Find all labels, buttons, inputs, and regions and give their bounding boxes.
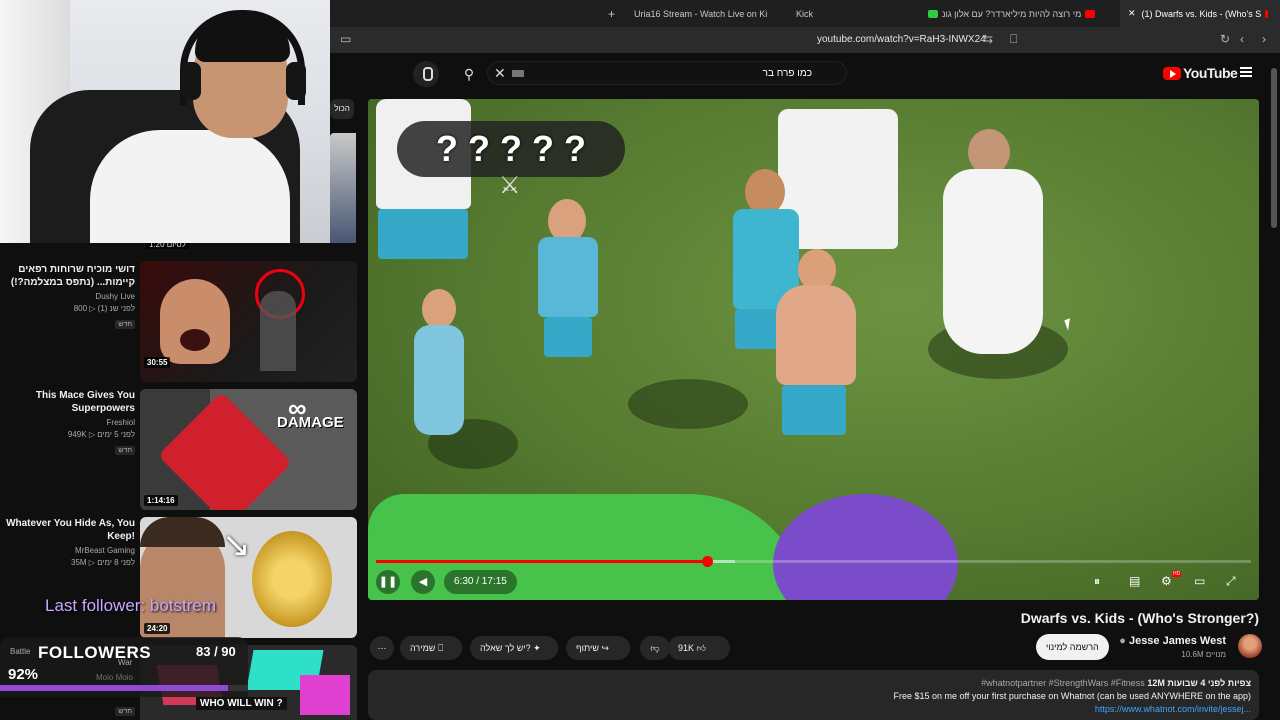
tab-kick[interactable]: Kick [788, 0, 898, 27]
voice-search-button[interactable] [413, 61, 439, 87]
bookmark-icon[interactable]: ⎕ [1010, 32, 1017, 47]
last-follower-label: Last follower: botstrem [45, 596, 217, 615]
thumbs-down-icon: 👎︎ [650, 643, 660, 653]
volume-button[interactable]: ◀ [411, 570, 435, 594]
followers-progress-fill [0, 685, 229, 691]
page-scrollbar[interactable] [1270, 60, 1278, 720]
time-display: 6:30 / 17:15 [444, 570, 517, 594]
channel-name[interactable]: Freshiol [0, 418, 135, 427]
verified-icon: ● [1119, 635, 1126, 647]
video-stats: 800 ▷ לפני שנ (1) [73, 304, 135, 313]
like-button[interactable]: 91K 👍︎ [668, 636, 730, 660]
forward-icon[interactable]: › [1262, 32, 1266, 46]
channel-row: ● Jesse James West 10.6M מנויים הרשמה למ… [1030, 632, 1262, 662]
list-item[interactable]: ↘ 24:20 Whatever You Hide As, You Keep! … [0, 517, 360, 639]
chip-all[interactable]: הכול [330, 99, 354, 119]
webcam-overlay [0, 0, 330, 243]
video-title[interactable]: This Mace Gives You Superpowers [0, 389, 135, 415]
question-marks-banner: ? ? ? ? ? [397, 121, 625, 177]
subtitles-icon[interactable]: ▤ [1129, 574, 1140, 588]
ask-button[interactable]: יש לך שאלה? ✦ [470, 636, 558, 660]
followers-goal-widget: Battle War Moio Moio FOLLOWERS 83 / 90 9… [0, 637, 248, 720]
new-badge: חדש [115, 446, 135, 455]
bookmark-icon: ⎕ [437, 643, 444, 653]
new-tab-button[interactable]: + [600, 0, 620, 27]
dislike-button[interactable]: 👎︎ [640, 636, 670, 660]
miniplayer-pause-icon[interactable]: ⏸ [1094, 574, 1100, 589]
video-stats: 949K ▷ לפני 5 ימים [67, 430, 135, 439]
speaker-icon: ◀ [418, 576, 428, 588]
subscribe-button[interactable]: הרשמה למינוי [1036, 634, 1109, 660]
channel-name[interactable]: MrBeast Gaming [0, 546, 135, 555]
search-icon: ⚲ [463, 66, 475, 82]
pause-icon: ❚❚ [378, 576, 398, 588]
description-stats: #whatnotpartner #StrengthWars #Fitness 1… [981, 678, 1251, 688]
scrollbar-thumb[interactable] [1271, 68, 1277, 228]
youtube-header: ⚲ ✕ כמו פרח בר YouTube [330, 53, 1280, 95]
subscriber-count: 10.6M מנויים [1181, 650, 1226, 659]
screen: ✕ (1) Dwarfs vs. Kids - (Who's S מי רוצה… [0, 0, 1280, 720]
description-line: Free $15 on me off your first purchase o… [893, 691, 1251, 701]
browser-tabbar: ✕ (1) Dwarfs vs. Kids - (Who's S מי רוצה… [330, 0, 1280, 27]
new-badge: חדש [115, 320, 135, 329]
close-icon[interactable]: ✕ [1128, 8, 1136, 19]
video-title-main: Dwarfs vs. Kids - (Who's Stronger?) [1020, 610, 1259, 626]
channel-name[interactable]: Dushy Live [0, 292, 135, 301]
youtube-favicon-icon [1265, 9, 1268, 18]
pause-button[interactable]: ❚❚ [376, 570, 400, 594]
youtube-play-icon [1163, 66, 1181, 80]
keyboard-icon[interactable] [512, 70, 524, 77]
kick-favicon-icon [928, 9, 938, 18]
video-thumbnail[interactable]: ∞ DAMAGE 1:14:16 [140, 389, 357, 510]
channel-avatar[interactable] [1238, 634, 1262, 658]
reload-icon[interactable]: ↻ [1220, 32, 1230, 46]
address-bar: ▭ youtube.com/watch?v=RaH3-INWX24 ⇆ ⎕ ↻ … [330, 27, 1280, 53]
screen-share-icon[interactable]: ▭ [340, 32, 351, 46]
tab-dwarfs-vs-kids[interactable]: ✕ (1) Dwarfs vs. Kids - (Who's S [1120, 0, 1280, 27]
more-actions-button[interactable]: ⋯ [370, 636, 394, 660]
sparkle-icon: ✦ [533, 643, 541, 653]
hamburger-menu-icon[interactable] [1240, 67, 1252, 77]
list-item[interactable]: 30:55 דושי מוכיח שרוחות רפאים קיימות... … [0, 261, 360, 383]
followers-percent: 92% [8, 666, 39, 683]
description-link[interactable]: https://www.whatnot.com/invite/jessej... [1095, 704, 1251, 714]
tab-uria16-stream[interactable]: Uria16 Stream - Watch Live on Ki [626, 0, 776, 27]
followers-count: 83 / 90 [196, 644, 236, 659]
video-thumbnail[interactable]: 30:55 [140, 261, 357, 382]
thumbs-up-icon: 👍︎ [696, 643, 706, 653]
arrow-icon: ↘ [222, 526, 251, 564]
channel-name-main[interactable]: ● Jesse James West [1119, 635, 1226, 647]
hd-badge: HD [1172, 571, 1182, 577]
tab-millionaire[interactable]: מי רוצה להיות מיליארדר? עם אלון גונ [916, 0, 1116, 27]
list-item[interactable]: ∞ DAMAGE 1:14:16 This Mace Gives You Sup… [0, 389, 360, 511]
description-box[interactable]: #whatnotpartner #StrengthWars #Fitness 1… [368, 670, 1259, 720]
video-stats: 35M ▷ לפני 8 ימים [71, 558, 135, 567]
video-player[interactable]: ? ? ? ? ? ⚔ ❚❚ ◀ 6:30 / 17:15 ⏸ ▤ ⚙ HD ▭… [368, 99, 1259, 600]
search-input[interactable]: ✕ כמו פרח בר [487, 61, 847, 85]
tune-icon[interactable]: ⇆ [983, 32, 993, 46]
played-bar [376, 560, 707, 563]
theater-mode-icon[interactable]: ▭ [1194, 574, 1205, 588]
crossed-swords-icon: ⚔ [499, 172, 521, 199]
fullscreen-icon[interactable]: ⤢ [1226, 574, 1236, 589]
save-button[interactable]: שמירה ⎕ [400, 636, 462, 660]
back-icon[interactable]: ‹ [1240, 32, 1244, 46]
clear-search-icon[interactable]: ✕ [494, 65, 506, 82]
search-button[interactable]: ⚲ [456, 61, 482, 87]
share-button[interactable]: שיתוף ↪ [566, 636, 630, 660]
partial-thumbnail[interactable] [330, 133, 356, 255]
streamer-body [90, 130, 290, 243]
scrubber-handle[interactable] [701, 556, 713, 567]
video-thumbnail[interactable]: ↘ 24:20 [140, 517, 357, 638]
video-title[interactable]: Whatever You Hide As, You Keep! [0, 517, 135, 543]
youtube-favicon-icon [1085, 9, 1096, 18]
video-progress-bar[interactable] [376, 556, 1251, 567]
video-title[interactable]: דושי מוכיח שרוחות רפאים קיימות... (נתפס … [0, 263, 135, 289]
followers-title: FOLLOWERS [38, 643, 152, 662]
share-icon: ↪ [601, 643, 609, 653]
followers-progress-bar [0, 685, 248, 691]
youtube-logo[interactable]: YouTube [1163, 65, 1238, 81]
settings-gear-icon[interactable]: ⚙ [1161, 574, 1172, 588]
url-text[interactable]: youtube.com/watch?v=RaH3-INWX24 [817, 34, 986, 45]
